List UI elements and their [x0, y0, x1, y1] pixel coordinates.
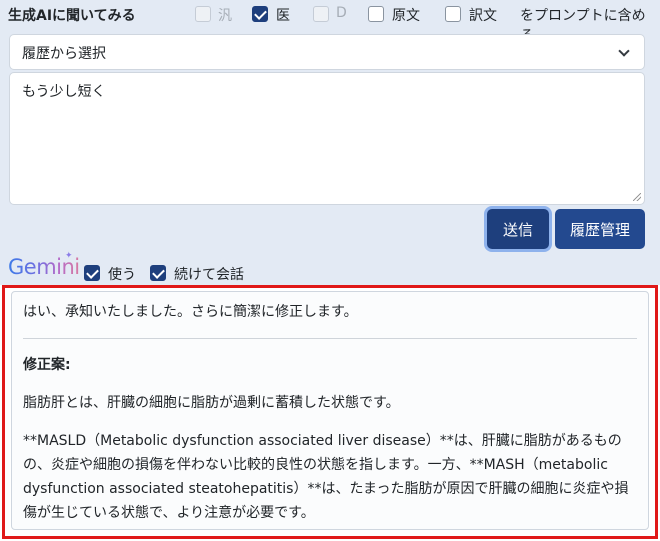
chevron-down-icon	[618, 45, 630, 57]
option-label-han: 汎	[218, 8, 232, 24]
prompt-input[interactable]: もう少し短く	[9, 72, 645, 205]
history-manage-button[interactable]: 履歴管理	[555, 209, 645, 249]
context-options-row: 生成AIに聞いてみる 汎 医 D 原文 訳文 をプロンプトに含める	[8, 4, 656, 44]
answer-highlight-frame: はい、承知いたしました。さらに簡潔に修正します。 修正案: 脂肪肝とは、肝臓の細…	[2, 285, 658, 539]
send-button[interactable]: 送信	[487, 209, 549, 249]
response-divider	[23, 338, 637, 339]
panel-title: 生成AIに聞いてみる	[8, 8, 136, 24]
option-label-d: D	[336, 5, 347, 21]
option-checkbox-han[interactable]	[195, 6, 211, 22]
gemini-options-row: Gemini ✦ 使う 続けて会話	[8, 251, 308, 283]
continue-conversation-label: 続けて会話	[174, 267, 244, 283]
sparkle-icon: ✦	[65, 251, 73, 261]
option-checkbox-original[interactable]	[368, 6, 384, 22]
history-select[interactable]: 履歴から選択	[9, 34, 645, 70]
option-checkbox-translation[interactable]	[445, 6, 461, 22]
response-paragraph: 脂肪肝とは、肝臓の細胞に脂肪が過剰に蓄積した状態です。	[23, 395, 400, 411]
option-label-translation: 訳文	[469, 8, 497, 24]
gemini-use-label: 使う	[108, 267, 136, 283]
resize-grip-icon[interactable]	[633, 193, 641, 201]
prompt-input-value: もう少し短く	[22, 84, 106, 100]
response-paragraph: **MASLD（Metabolic dysfunction associated…	[23, 433, 629, 521]
option-label-original: 原文	[392, 8, 420, 24]
continue-conversation-checkbox[interactable]	[150, 265, 166, 281]
response-intro: はい、承知いたしました。さらに簡潔に修正します。	[23, 304, 358, 320]
history-select-value: 履歴から選択	[22, 46, 106, 62]
option-checkbox-d[interactable]	[313, 6, 329, 22]
ai-response-box: はい、承知いたしました。さらに簡潔に修正します。 修正案: 脂肪肝とは、肝臓の細…	[11, 291, 649, 530]
gemini-use-checkbox[interactable]	[84, 265, 100, 281]
ai-query-panel: 生成AIに聞いてみる 汎 医 D 原文 訳文 をプロンプトに含める 履歴から選択…	[0, 0, 660, 285]
option-checkbox-i[interactable]	[252, 6, 268, 22]
option-label-i: 医	[276, 8, 290, 24]
response-heading: 修正案:	[23, 357, 71, 373]
